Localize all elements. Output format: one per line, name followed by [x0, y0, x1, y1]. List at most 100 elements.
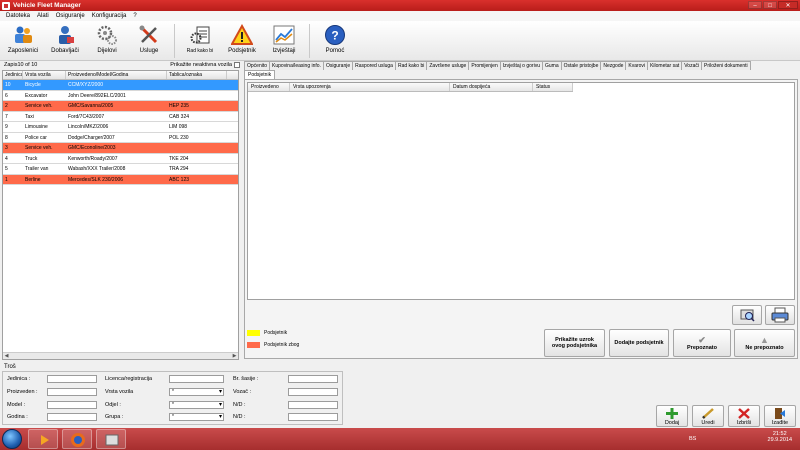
table-row[interactable]: 2 Service veh. GMC/Savanna/2005 HEP 235	[3, 101, 238, 112]
maximize-button[interactable]: □	[763, 1, 777, 9]
tab-other-fees[interactable]: Ostale pristojbe	[560, 61, 602, 70]
chassis-field[interactable]	[288, 375, 338, 383]
col-due-date[interactable]: Datum dospijeća	[450, 83, 533, 91]
made-field[interactable]	[47, 388, 97, 396]
col-status[interactable]: Status	[533, 83, 573, 91]
col-unit[interactable]: Jedinica	[3, 71, 23, 79]
tab-breakdowns[interactable]: Kvarovi	[625, 61, 649, 70]
minimize-button[interactable]: –	[748, 1, 762, 9]
tab-insurance[interactable]: Osiguranje	[322, 61, 354, 70]
system-clock[interactable]: 21:52 29.9.2014	[768, 431, 792, 443]
tab-accidents[interactable]: Nezgode	[600, 61, 627, 70]
horizontal-scrollbar[interactable]: ◀ ▶	[3, 352, 238, 359]
col-vehicle-type[interactable]: Vrsta vozila	[23, 71, 66, 79]
tab-changed[interactable]: Promijenjen	[468, 61, 501, 70]
main-toolbar: Zaposlenici Dobavljači Dijelovi Usluge R	[0, 21, 800, 61]
reports-button[interactable]: Izvještaji	[263, 21, 305, 59]
tab-fuel-report[interactable]: Izvještaj o gorivu	[499, 61, 543, 70]
edit-button[interactable]: Uredi	[692, 405, 724, 427]
col-warning-type[interactable]: Vrsta upozorenja	[290, 83, 450, 91]
legend-swatch-yellow	[247, 330, 260, 336]
menu-item-help[interactable]: ?	[133, 13, 136, 19]
menu-item-konfiguracija[interactable]: Konfiguracija	[92, 13, 127, 19]
pencil-icon	[702, 408, 714, 419]
taskbar-app-firefox-icon[interactable]	[62, 429, 92, 449]
print-preview-button[interactable]	[732, 305, 762, 325]
menu-item-alati[interactable]: Alati	[37, 13, 49, 19]
taskbar-app-fleet-manager-icon[interactable]	[96, 429, 126, 449]
add-button[interactable]: Dodaj	[656, 405, 688, 427]
tab-tires[interactable]: Guma	[541, 61, 562, 70]
tab-work-order[interactable]: Rad kako bi	[394, 61, 428, 70]
vehicle-grid[interactable]: Jedinica Vrsta vozila Proizvedeno/Model/…	[2, 70, 239, 360]
print-button[interactable]	[765, 305, 795, 325]
vehicle-list-header: Zapis10 of 10 Prikažite neaktivna vozila	[3, 62, 240, 70]
unit-field[interactable]	[47, 375, 97, 383]
parts-button[interactable]: Dijelovi	[86, 21, 128, 59]
show-reason-button[interactable]: Prikažite uzrok ovog podsjetnika	[544, 329, 605, 357]
tab-completed-services[interactable]: Završene usluge	[426, 61, 470, 70]
tab-attached-documents[interactable]: Priloženi dokumenti	[700, 61, 751, 70]
reminder-panel: Proizvedeno Vrsta upozorenja Datum dospi…	[244, 79, 798, 359]
keyboard-language[interactable]: BS	[689, 436, 696, 442]
reminders-grid[interactable]: Proizvedeno Vrsta upozorenja Datum dospi…	[247, 82, 795, 300]
suppliers-button[interactable]: Dobavljači	[44, 21, 86, 59]
license-field[interactable]	[169, 375, 224, 383]
department-select[interactable]: *	[169, 401, 224, 409]
table-row[interactable]: 5 Trailer van Wabash/XXX Trailer/2008 TRA 2…	[3, 164, 238, 175]
table-row[interactable]: 8 Police car Dodge/Charger/2007 POL 230	[3, 133, 238, 143]
menu-item-datoteka[interactable]: Datoteka	[6, 13, 30, 19]
tab-purchase-leasing[interactable]: Kupovina/leasing info.	[269, 61, 324, 70]
table-row[interactable]: 4 Truck Kenworth/Roady/2007 TKE 204	[3, 154, 238, 164]
help-button[interactable]: ? Pomoć	[314, 21, 356, 59]
services-tools-icon	[139, 25, 158, 44]
model-field[interactable]	[47, 401, 97, 409]
show-inactive-checkbox[interactable]	[234, 62, 240, 68]
table-row[interactable]: 3 Service veh. GMC/Econoline/2003	[3, 143, 238, 154]
tab-general[interactable]: Općenito	[244, 61, 271, 70]
taskbar-app-media-icon[interactable]	[28, 429, 58, 449]
table-row[interactable]: 9 Limousine Lincoln/MKZ/2006 LIM 098	[3, 122, 238, 133]
vehicle-grid-header: Jedinica Vrsta vozila Proizvedeno/Model/…	[3, 71, 238, 80]
group-select[interactable]: *	[169, 413, 224, 421]
tab-service-schedule[interactable]: Raspored usluga	[352, 61, 396, 70]
menu-bar: Datoteka Alati Osiguranje Konfiguracija …	[0, 11, 800, 21]
parts-gears-icon	[97, 25, 117, 45]
exit-door-icon	[775, 408, 785, 419]
scroll-left-icon[interactable]: ◀	[3, 353, 10, 359]
checkmark-icon: ✔	[698, 334, 706, 345]
col-model[interactable]: Proizvedeno/Model/Godina	[66, 71, 167, 79]
windows-taskbar: BS 21:52 29.9.2014	[0, 428, 800, 450]
app-icon	[2, 1, 10, 10]
col-produced[interactable]: Proizvedeno	[248, 83, 290, 91]
na-field-2[interactable]	[288, 413, 338, 421]
not-acknowledged-button[interactable]: ▲ Ne prepoznato	[734, 329, 795, 357]
acknowledge-button[interactable]: ✔ Prepoznato	[673, 329, 731, 357]
exit-button[interactable]: Izađite	[764, 405, 796, 427]
col-plate[interactable]: Tablica/oznaka	[167, 71, 227, 79]
year-field[interactable]	[47, 413, 97, 421]
add-reminder-button[interactable]: Dodajte podsjetnik	[609, 329, 669, 357]
delete-button[interactable]: Izbriši	[728, 405, 760, 427]
services-button[interactable]: Usluge	[128, 21, 170, 59]
na-field-1[interactable]	[288, 401, 338, 409]
menu-item-osiguranje[interactable]: Osiguranje	[56, 13, 85, 19]
vehicle-type-select[interactable]: *	[169, 388, 224, 396]
scroll-right-icon[interactable]: ▶	[231, 353, 238, 359]
start-button-icon[interactable]	[2, 429, 22, 449]
help-icon: ?	[325, 25, 345, 45]
tab-drivers[interactable]: Vozači	[681, 61, 702, 70]
print-preview-icon	[740, 309, 755, 322]
tab-reminder[interactable]: Podsjetnik	[244, 70, 276, 79]
table-row[interactable]: 7 Taxi Ford/7C43/2007 CAB 324	[3, 112, 238, 122]
table-row[interactable]: 10 Bicycle CCM/XYZ/2000	[3, 80, 238, 91]
table-row[interactable]: 1 Berline Mercedes/SLK 230/2006 ABC 123	[3, 174, 238, 185]
table-row[interactable]: 6 Excavator John Deere/892ELC/2001	[3, 91, 238, 101]
driver-field[interactable]	[288, 388, 338, 396]
tab-odometer[interactable]: Kilometar sat	[647, 61, 683, 70]
reminder-button[interactable]: Podsjetnik	[221, 21, 263, 59]
employees-button[interactable]: Zaposlenici	[2, 21, 44, 59]
detail-tabs: Općenito Kupovina/leasing info. Osiguran…	[244, 61, 798, 70]
work-order-button[interactable]: Rad kako bi	[179, 21, 221, 59]
close-button[interactable]: ✕	[778, 1, 798, 9]
